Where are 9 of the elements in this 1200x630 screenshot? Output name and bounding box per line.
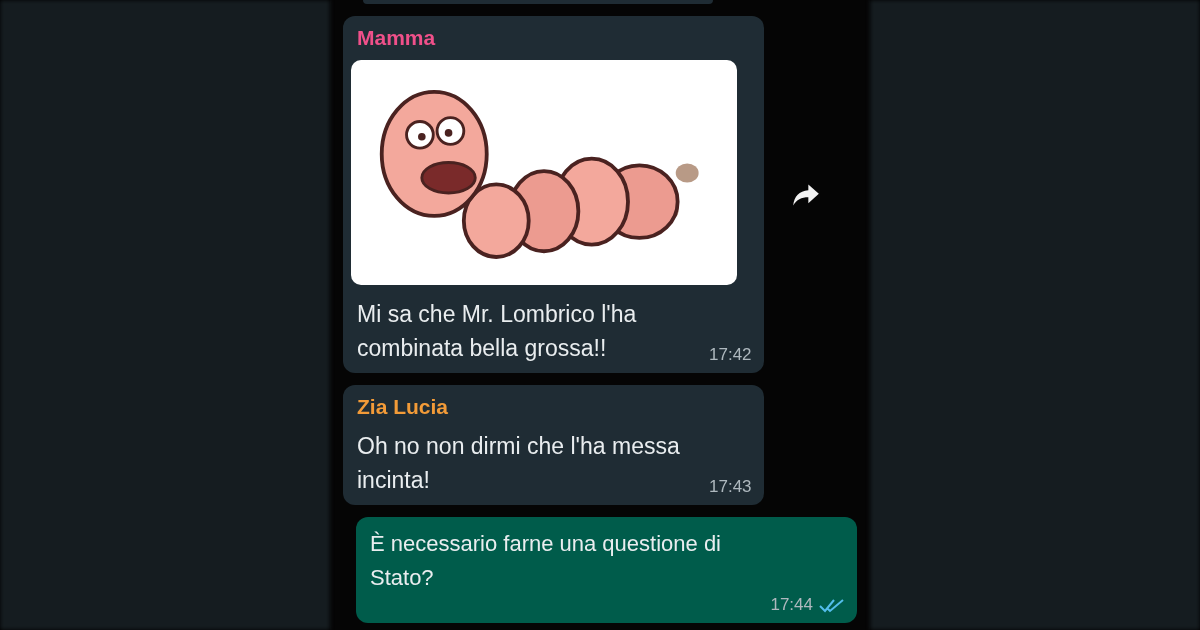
message-time: 17:43 (709, 477, 752, 497)
message-text: Mi sa che Mr. Lombrico l'ha combinata bella grossa!! (357, 300, 638, 363)
sender-name: Mamma (357, 26, 437, 50)
message-text: Oh no non dirmi che l'ha messa incinta! (357, 432, 681, 495)
message-time: 17:42 (709, 345, 752, 365)
message-time: 17:44 (770, 595, 813, 615)
message-text: È necessario farne una questione di Stato? (370, 530, 722, 592)
forward-icon[interactable] (791, 182, 820, 207)
sender-name: Zia Lucia (357, 395, 450, 419)
